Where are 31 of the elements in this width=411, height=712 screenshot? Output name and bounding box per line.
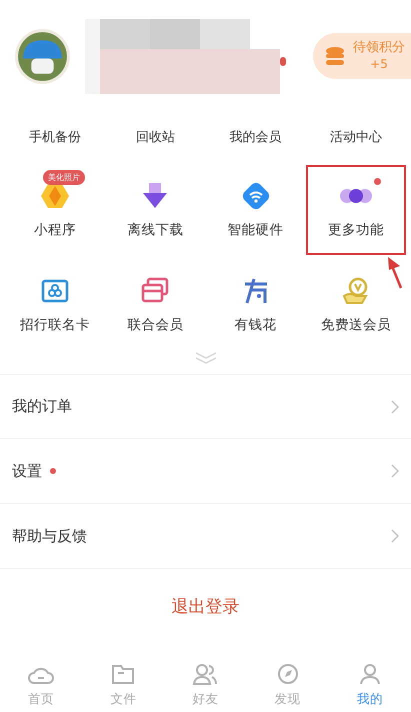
shortcut-link[interactable]: 回收站 xyxy=(136,128,175,146)
avatar[interactable] xyxy=(14,28,71,84)
menu-item[interactable]: 设置 xyxy=(0,439,411,504)
coins-icon xyxy=(325,46,345,66)
chevron-right-icon xyxy=(391,464,399,478)
notification-dot xyxy=(50,468,56,474)
person-icon xyxy=(358,663,382,685)
tag-label: 美化照片 xyxy=(43,170,86,185)
logout-button[interactable]: 退出登录 xyxy=(164,591,248,622)
chevron-right-icon xyxy=(391,400,399,414)
menu-item[interactable]: 帮助与反馈 xyxy=(0,504,411,569)
feature-button[interactable]: 联合会员 xyxy=(127,276,184,334)
compass-icon xyxy=(276,663,300,685)
feature-button[interactable]: 离线下载 xyxy=(127,180,184,238)
feature-button[interactable]: 有钱花 xyxy=(234,276,277,334)
shortcut-link[interactable]: 活动中心 xyxy=(330,128,382,146)
points-value: +5 xyxy=(370,56,388,73)
people-icon xyxy=(192,663,218,685)
feature-button[interactable]: 免费送会员 xyxy=(320,276,391,334)
shortcut-link[interactable]: 我的会员 xyxy=(230,128,282,146)
feature-button[interactable]: 智能硬件 xyxy=(228,180,284,238)
cards-icon xyxy=(140,276,170,306)
shortcut-link[interactable]: 手机备份 xyxy=(29,128,82,146)
points-label: 待领积分 xyxy=(353,39,405,56)
notification-dot xyxy=(374,178,381,185)
feature-button[interactable]: 更多功能 xyxy=(306,164,406,254)
chevron-right-icon xyxy=(391,529,399,543)
annotation-arrow xyxy=(386,257,404,289)
feature-button[interactable]: 招行联名卡 xyxy=(20,276,90,334)
menu-item[interactable]: 我的订单 xyxy=(0,374,411,439)
folder-icon xyxy=(111,663,136,685)
